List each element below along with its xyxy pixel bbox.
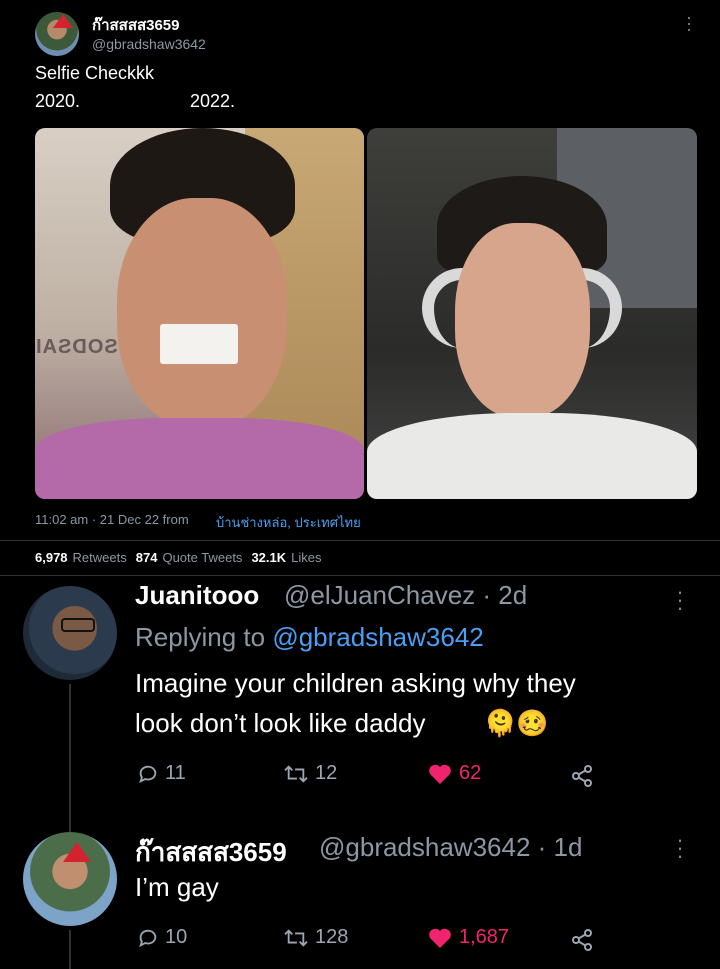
retweet-action[interactable]: 12 (283, 762, 337, 785)
retweet-count: 128 (315, 926, 349, 948)
retweets-count[interactable]: 6,978 (35, 550, 68, 565)
shirt (367, 413, 697, 499)
more-options-icon[interactable]: · · · (675, 581, 685, 619)
more-options-icon[interactable]: · · · (675, 829, 685, 867)
thread-line (69, 930, 71, 969)
replying-to-prefix: Replying to (135, 622, 266, 652)
retweets-label[interactable]: Retweets (73, 550, 127, 565)
comment-icon (139, 929, 157, 947)
quotes-count[interactable]: 874 (136, 550, 158, 565)
author-avatar[interactable] (35, 12, 79, 56)
tweet-photo-2020[interactable]: SODSAI (35, 128, 364, 499)
reply-avatar[interactable] (23, 832, 117, 926)
santa-hat-icon (63, 842, 91, 862)
reply-author-handle[interactable]: @elJuanChavez · 2d (284, 580, 527, 611)
year-right: 2022. (190, 91, 236, 111)
divider (0, 540, 720, 541)
reply-text-line1: I’m gay (135, 872, 219, 902)
reply-count: 11 (165, 762, 186, 784)
face (117, 198, 287, 428)
likes-count[interactable]: 32.1K (251, 550, 286, 565)
like-action[interactable]: 62 (427, 762, 481, 785)
reply-author-name[interactable]: ก๊าสสสส3659 (135, 832, 287, 873)
tweet-text: Selfie Checkkk (35, 63, 155, 83)
heart-icon (429, 928, 451, 948)
tweet-stats: 6,978 Retweets 874 Quote Tweets 32.1K Li… (35, 550, 322, 565)
divider (0, 575, 720, 576)
reply-text-line1: Imagine your children asking why they (135, 668, 576, 698)
reply-avatar[interactable] (23, 586, 117, 680)
santa-hat-icon (53, 14, 73, 28)
tweet-photo-2022[interactable] (367, 128, 697, 499)
tweet-location-link[interactable]: บ้านช่างหล่อ, ประเทศไทย (216, 512, 361, 533)
like-action[interactable]: 1,687 (427, 926, 509, 949)
more-options-icon[interactable]: · · · (684, 8, 694, 38)
store-sign-text: SODSAI (35, 336, 118, 358)
reply-action[interactable]: 10 (137, 926, 187, 949)
retweet-icon (284, 928, 308, 947)
author-handle[interactable]: @gbradshaw3642 (92, 36, 206, 52)
share-icon (572, 765, 592, 787)
face (455, 223, 590, 418)
reply-author-handle[interactable]: @gbradshaw3642 · 1d (319, 832, 582, 863)
replying-to-link[interactable]: @gbradshaw3642 (272, 622, 483, 652)
reply-author-name[interactable]: Juanitooo (135, 580, 259, 611)
tweet-timestamp[interactable]: 11:02 am · 21 Dec 22 from (35, 512, 189, 527)
retweet-icon (284, 764, 308, 783)
like-count: 62 (459, 762, 482, 784)
author-name[interactable]: ก๊าสสสส3659 (92, 13, 180, 37)
glasses-icon (61, 618, 95, 632)
retweet-action[interactable]: 128 (283, 926, 348, 949)
reply-emoji: 🫠🥴 (484, 708, 549, 738)
quotes-label[interactable]: Quote Tweets (162, 550, 242, 565)
like-count: 1,687 (459, 926, 510, 948)
share-icon (572, 929, 592, 951)
shirt (35, 418, 364, 499)
heart-icon (429, 764, 451, 784)
replying-to: Replying to @gbradshaw3642 (135, 622, 484, 653)
comment-icon (139, 765, 157, 783)
likes-label[interactable]: Likes (291, 550, 321, 565)
nose-bandage (160, 324, 238, 364)
retweet-count: 12 (315, 762, 338, 784)
year-left: 2020. (35, 91, 81, 111)
reply-action[interactable]: 11 (137, 762, 186, 785)
thread-line (69, 684, 71, 834)
reply-text-line2: look don’t look like daddy (135, 708, 426, 738)
share-action[interactable] (570, 764, 594, 788)
reply-count: 10 (165, 926, 188, 948)
share-action[interactable] (570, 928, 594, 952)
